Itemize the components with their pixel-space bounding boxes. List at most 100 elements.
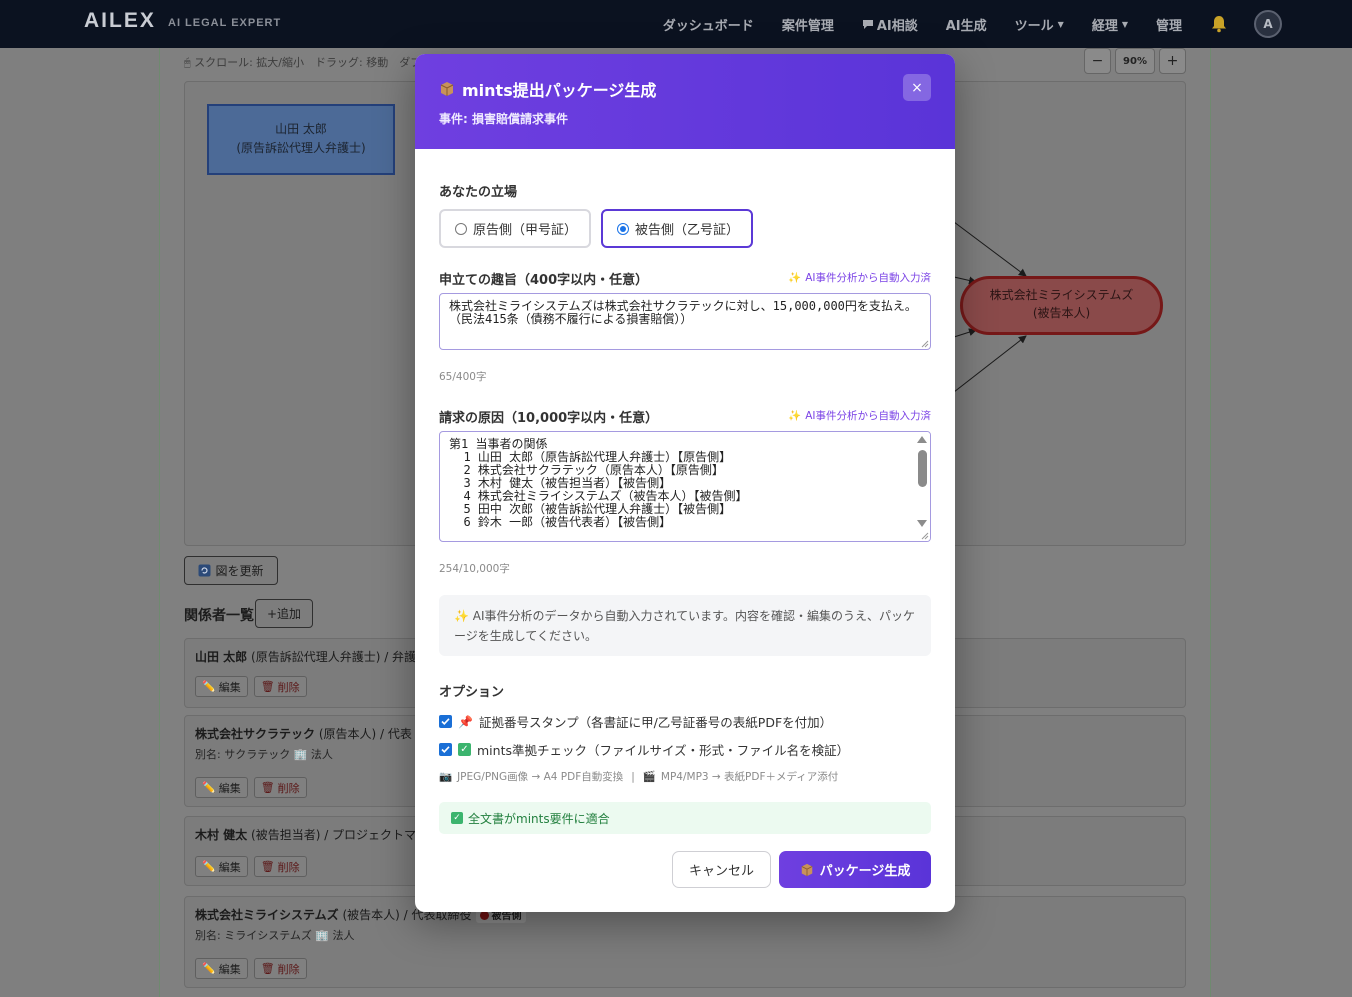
conversion-note: 📷 JPEG/PNG画像 → A4 PDF自動変換 | 🎬 MP4/MP3 → …: [439, 769, 838, 784]
nav-accounting[interactable]: 経理 ▼: [1092, 15, 1128, 34]
delete-button[interactable]: 🗑 削除: [253, 676, 307, 697]
nav-ai-consult-label: AI相談: [876, 18, 918, 34]
refresh-diagram-button[interactable]: 図を更新: [184, 556, 278, 585]
party-name-line: 株式会社サクラテック (原告本人) / 代表: [195, 725, 412, 742]
edit-button[interactable]: ✏️ 編集: [195, 856, 248, 877]
pencil-icon: ✏️: [202, 962, 216, 975]
mints-check-option[interactable]: ✓ mints準拠チェック（ファイルサイズ・形式・ファイル名を検証）: [439, 740, 849, 759]
pencil-icon: ✏️: [202, 680, 216, 693]
nav-menu: ダッシュボード 案件管理 AI相談 AI生成 ツール ▼ 経理 ▼ 管理 A: [663, 0, 1352, 48]
cause-textarea[interactable]: 第1 当事者の関係 1 山田 太郎（原告訴訟代理人弁護士）【原告側】 2 株式会…: [439, 431, 931, 542]
logo[interactable]: AILEX: [84, 9, 156, 33]
nav-ai-generate[interactable]: AI生成: [946, 15, 987, 34]
parties-section-title: 関係者一覧: [184, 608, 254, 624]
zoom-in-button[interactable]: +: [1159, 48, 1186, 74]
defendant-radio-label: 被告側（乙号証）: [635, 223, 740, 238]
autofill-info-box: ✨ AI事件分析のデータから自動入力されています。内容を確認・編集のうえ、パッケ…: [439, 595, 931, 656]
red-dot-icon: [479, 911, 489, 920]
party-role: (原告本人) / 代表: [318, 727, 412, 741]
node-role: (原告訴訟代理人弁護士): [236, 141, 366, 155]
resize-grip-icon[interactable]: [921, 532, 929, 540]
party-name: 株式会社サクラテック: [195, 727, 316, 741]
nav-admin[interactable]: 管理: [1156, 15, 1182, 34]
radio-circle-icon: [455, 222, 467, 235]
ai-autofill-note: ✨ AI事件分析から自動入力済: [788, 408, 931, 423]
note-jpeg: JPEG/PNG画像 → A4 PDF自動変換: [457, 771, 624, 783]
radio-checked-icon: [617, 222, 629, 235]
plaintiff-radio[interactable]: 原告側（甲号証）: [439, 209, 591, 248]
edit-button[interactable]: ✏️ 編集: [195, 958, 248, 979]
node-defendant[interactable]: 株式会社ミライシステムズ (被告本人): [960, 276, 1163, 335]
party-name: 木村 健太: [195, 828, 248, 842]
ai-note-text: AI事件分析から自動入力済: [805, 410, 931, 422]
chevron-down-icon: ▼: [1121, 19, 1128, 29]
trash-icon: 🗑: [260, 860, 275, 873]
nav-ai-generate-label: AI生成: [945, 18, 987, 34]
node-name: 株式会社ミライシステムズ: [989, 288, 1134, 302]
claim-textarea[interactable]: 株式会社ミライシステムズは株式会社サクラテックに対し、15,000,000円を支…: [439, 293, 931, 350]
resize-grip-icon[interactable]: [921, 340, 929, 348]
zoom-level: 90%: [1115, 48, 1155, 74]
sparkles-icon: ✨: [454, 609, 469, 623]
trash-icon: 🗑: [260, 781, 275, 794]
scrollbar[interactable]: [915, 432, 930, 541]
nav-ai-consult[interactable]: AI相談: [862, 15, 918, 34]
sparkles-icon: ✨: [788, 272, 802, 284]
claim-char-count: 65/400字: [439, 371, 487, 383]
checkbox-checked-icon[interactable]: [439, 743, 452, 756]
nav-cases-label: 案件管理: [781, 18, 834, 34]
side-badge-label: 被告側: [491, 911, 522, 922]
close-button[interactable]: ×: [903, 74, 931, 101]
bell-icon[interactable]: [1210, 15, 1228, 33]
zoom-out-button[interactable]: −: [1084, 48, 1111, 74]
nav-tools[interactable]: ツール ▼: [1015, 15, 1064, 34]
edit-label: 編集: [218, 680, 241, 694]
pencil-icon: ✏️: [202, 781, 216, 794]
delete-label: 削除: [277, 860, 300, 874]
defendant-radio[interactable]: 被告側（乙号証）: [601, 209, 753, 248]
delete-button[interactable]: 🗑 削除: [253, 856, 307, 877]
generate-label: パッケージ生成: [819, 864, 911, 879]
nav-tools-label: ツール: [1014, 18, 1054, 34]
trash-icon: 🗑: [260, 680, 275, 693]
refresh-icon: [198, 564, 211, 577]
nav-dashboard[interactable]: ダッシュボード: [663, 15, 754, 34]
compliance-text: 全文書がmints要件に適合: [468, 811, 610, 826]
claim-label: 申立ての趣旨（400字以内・任意）: [439, 273, 649, 288]
camera-icon: 📷: [439, 771, 453, 783]
edit-button[interactable]: ✏️ 編集: [195, 777, 248, 798]
package-icon: [440, 82, 454, 96]
delete-label: 削除: [277, 680, 300, 694]
delete-label: 削除: [277, 962, 300, 976]
mints-check-option-label: mints準拠チェック（ファイルサイズ・形式・ファイル名を検証）: [477, 743, 850, 758]
stamp-option[interactable]: 📌 証拠番号スタンプ（各書証に甲/乙号証番号の表紙PDFを付加）: [439, 712, 832, 731]
party-name: 株式会社ミライシステムズ: [195, 908, 339, 922]
party-alias: 別名: ミライシステムズ 🏢 法人: [195, 929, 355, 942]
nav-cases[interactable]: 案件管理: [782, 15, 834, 34]
chat-bubble-icon: [862, 19, 873, 29]
sparkles-icon: ✨: [788, 410, 802, 422]
film-icon: 🎬: [642, 771, 656, 783]
scroll-thumb[interactable]: [918, 450, 927, 487]
avatar[interactable]: A: [1254, 10, 1282, 38]
delete-button[interactable]: 🗑 削除: [253, 958, 307, 979]
cancel-button[interactable]: キャンセル: [672, 851, 771, 888]
add-party-button[interactable]: +追加: [255, 599, 313, 628]
edit-button[interactable]: ✏️ 編集: [195, 676, 248, 697]
note-mp4: MP4/MP3 → 表紙PDF＋メディア添付: [660, 771, 839, 783]
scroll-up-icon[interactable]: [917, 436, 927, 443]
modal-header: mints提出パッケージ生成 事件: 損害賠償請求事件 ×: [415, 54, 955, 149]
generate-package-button[interactable]: パッケージ生成: [779, 851, 931, 888]
cause-label: 請求の原因（10,000字以内・任意）: [439, 411, 659, 426]
top-nav: AILEX AI LEGAL EXPERT ダッシュボード 案件管理 AI相談 …: [0, 0, 1352, 48]
delete-label: 削除: [277, 781, 300, 795]
scroll-down-icon[interactable]: [917, 520, 927, 527]
modal-title: mints提出パッケージ生成: [439, 77, 656, 101]
delete-button[interactable]: 🗑 削除: [253, 777, 307, 798]
ai-note-text: AI事件分析から自動入力済: [805, 272, 931, 284]
checkbox-checked-icon[interactable]: [439, 715, 452, 728]
canvas-hint: 🖱 スクロール: 拡大/縮小 ドラッグ: 移動 ダブ: [184, 56, 422, 69]
package-icon: [801, 863, 813, 876]
node-plaintiff-lawyer[interactable]: 山田 太郎 (原告訴訟代理人弁護士): [207, 104, 395, 175]
chevron-down-icon: ▼: [1057, 19, 1064, 29]
